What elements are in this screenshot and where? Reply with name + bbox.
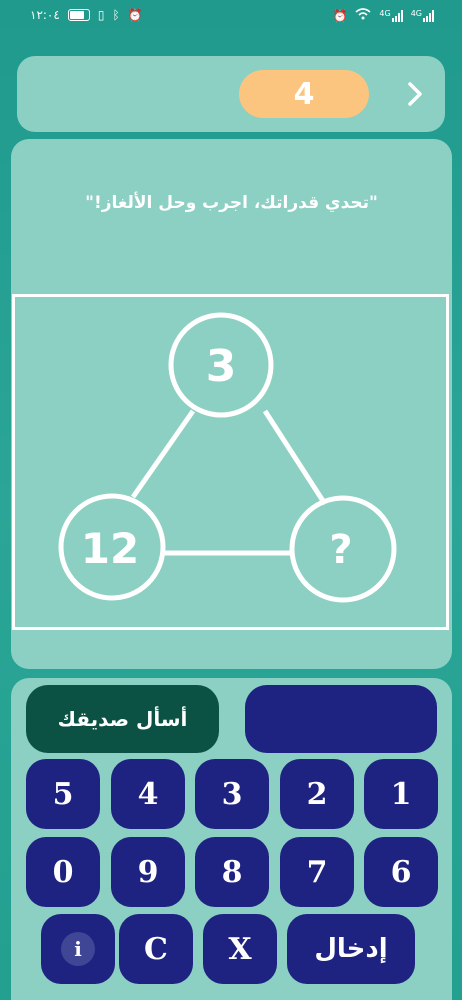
info-icon: i bbox=[61, 932, 95, 966]
node-left-value: 12 bbox=[81, 524, 139, 573]
level-header: 4 bbox=[17, 56, 445, 132]
clock-time: ١٢:٠٤ bbox=[30, 8, 60, 22]
edge-top-left bbox=[130, 409, 196, 499]
signal-4g-icon: 4G bbox=[379, 8, 403, 22]
status-left: ١٢:٠٤ ▯ ᛒ ⏰ bbox=[30, 8, 143, 22]
puzzle-svg: 3 12 ? bbox=[58, 312, 397, 603]
enter-button[interactable]: إدخال bbox=[287, 914, 415, 984]
info-button[interactable]: i bbox=[41, 914, 115, 984]
key-2[interactable]: 2 bbox=[280, 759, 354, 829]
node-right-value: ? bbox=[329, 527, 352, 573]
clear-button[interactable]: C bbox=[119, 914, 193, 984]
network-label: 4G bbox=[410, 8, 422, 18]
alarm-icon: ⏰ bbox=[332, 8, 348, 23]
signal-4g-icon: 4G bbox=[410, 8, 434, 22]
key-3[interactable]: 3 bbox=[195, 759, 269, 829]
edge-top-right bbox=[262, 409, 328, 506]
status-bar: ١٢:٠٤ ▯ ᛒ ⏰ ⏰ 4G 4G bbox=[0, 0, 462, 32]
key-6[interactable]: 6 bbox=[364, 837, 438, 907]
alarm-icon: ⏰ bbox=[127, 8, 143, 22]
key-4[interactable]: 4 bbox=[111, 759, 185, 829]
puzzle-prompt: "تحدي قدراتك، اجرب وحل الألغاز!" bbox=[85, 193, 378, 213]
ask-friend-button[interactable]: أسأل صديقك bbox=[26, 685, 219, 753]
vibrate-icon: ▯ bbox=[97, 8, 105, 22]
key-8[interactable]: 8 bbox=[195, 837, 269, 907]
key-1[interactable]: 1 bbox=[364, 759, 438, 829]
node-top-value: 3 bbox=[206, 341, 237, 392]
wifi-icon bbox=[355, 8, 371, 23]
level-indicator: 4 bbox=[239, 70, 369, 118]
chevron-right-icon[interactable] bbox=[403, 78, 427, 110]
battery-icon bbox=[67, 9, 90, 21]
keypad-panel: أسأل صديقك 5 4 3 2 1 0 9 8 7 6 i C X إدخ… bbox=[11, 678, 452, 1000]
network-label: 4G bbox=[379, 8, 391, 18]
puzzle-panel: "تحدي قدراتك، اجرب وحل الألغاز!" 3 12 ? bbox=[11, 139, 452, 669]
answer-input[interactable] bbox=[245, 685, 437, 753]
status-right: ⏰ 4G 4G bbox=[332, 8, 434, 23]
key-9[interactable]: 9 bbox=[111, 837, 185, 907]
bluetooth-icon: ᛒ bbox=[112, 8, 120, 22]
key-0[interactable]: 0 bbox=[26, 837, 100, 907]
key-5[interactable]: 5 bbox=[26, 759, 100, 829]
delete-button[interactable]: X bbox=[203, 914, 277, 984]
puzzle-diagram: 3 12 ? bbox=[12, 294, 449, 630]
key-7[interactable]: 7 bbox=[280, 837, 354, 907]
